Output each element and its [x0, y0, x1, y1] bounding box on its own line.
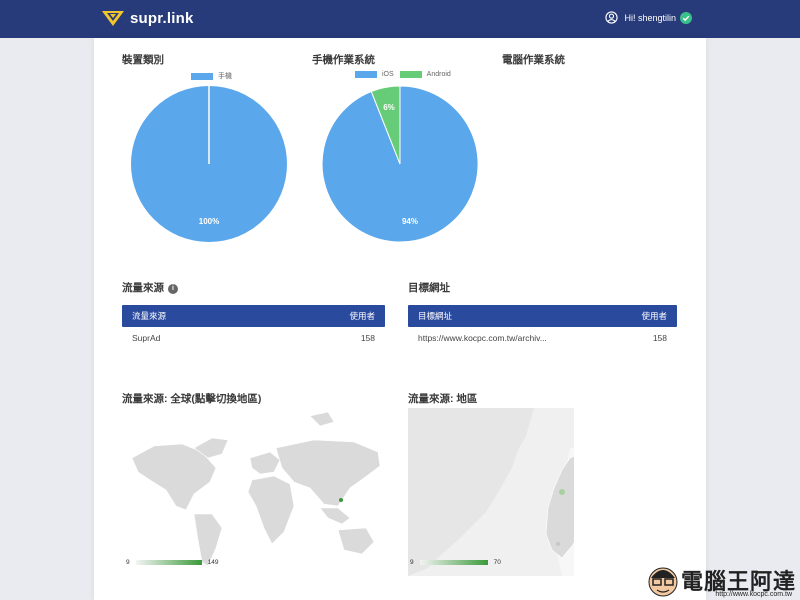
user-icon: [605, 11, 619, 24]
table-header: 流量來源 使用者: [122, 305, 385, 327]
region-map-title: 流量來源: 地區: [408, 393, 478, 405]
column-header-users[interactable]: 使用者: [349, 310, 375, 322]
world-map-title: 流量來源: 全球(點擊切換地區): [122, 393, 262, 405]
mascot-face-icon: [648, 567, 678, 597]
cell-url[interactable]: https://www.kocpc.com.tw/archiv...: [418, 333, 547, 343]
map-marker-region[interactable]: [556, 542, 560, 546]
column-header-users[interactable]: 使用者: [641, 310, 667, 322]
region-map[interactable]: [408, 408, 574, 576]
legend-item-mobile[interactable]: 手機: [191, 71, 232, 81]
taiwan-shape[interactable]: [545, 454, 574, 559]
mobile-os-legend: iOS Android: [355, 71, 457, 78]
column-header-source[interactable]: 流量來源: [132, 310, 166, 322]
device-type-legend: 手機: [191, 71, 238, 81]
cell-users: 158: [360, 333, 375, 343]
cell-users: 158: [652, 333, 667, 343]
pie-label-android: 6%: [383, 103, 395, 112]
user-menu[interactable]: Hi! shengtilin: [605, 11, 692, 24]
mobile-os-title: 手機作業系統: [312, 54, 375, 66]
pie-label-ios: 94%: [402, 217, 418, 226]
watermark-url: http://www.kocpc.com.tw: [715, 591, 792, 598]
verified-check-icon: [680, 11, 692, 24]
brand-logo-link[interactable]: supr.link: [102, 9, 194, 27]
table-row[interactable]: https://www.kocpc.com.tw/archiv... 158: [408, 327, 677, 349]
top-navigation-bar: supr.link Hi! shengtilin: [0, 0, 800, 38]
cell-source: SuprAd: [132, 333, 161, 343]
analytics-card: 裝置類別 手機 100% 手機作業系統 iOS Android 94% 6% 電…: [94, 38, 706, 600]
region-map-color-scale: 9 70: [410, 559, 501, 566]
table-header: 目標網址 使用者: [408, 305, 677, 327]
world-map[interactable]: [124, 410, 392, 570]
mobile-os-pie-chart: 94% 6%: [322, 86, 478, 242]
desktop-os-title: 電腦作業系統: [502, 54, 565, 66]
pie-label-mobile: 100%: [199, 217, 219, 226]
user-greeting: Hi! shengtilin: [624, 12, 676, 23]
device-type-pie-chart: 100%: [131, 86, 287, 242]
map-marker-taiwan[interactable]: [339, 498, 343, 502]
traffic-source-table: 流量來源 使用者 SuprAd 158: [122, 305, 385, 349]
watermark: 電腦王阿達 http://www.kocpc.com.tw: [645, 562, 796, 598]
target-url-title: 目標網址: [408, 282, 450, 294]
table-row[interactable]: SuprAd 158: [122, 327, 385, 349]
map-marker-region[interactable]: [559, 489, 565, 495]
column-header-url[interactable]: 目標網址: [418, 310, 452, 322]
info-icon[interactable]: i: [168, 284, 178, 294]
supr-link-logo-icon: [102, 11, 124, 26]
traffic-source-title: 流量來源 i: [122, 280, 178, 295]
device-type-title: 裝置類別: [122, 54, 164, 66]
world-map-color-scale: 9 149: [126, 559, 219, 566]
target-url-table: 目標網址 使用者 https://www.kocpc.com.tw/archiv…: [408, 305, 677, 349]
brand-name: supr.link: [130, 9, 194, 27]
legend-item-ios[interactable]: iOS: [355, 71, 394, 78]
legend-item-android[interactable]: Android: [399, 71, 451, 78]
